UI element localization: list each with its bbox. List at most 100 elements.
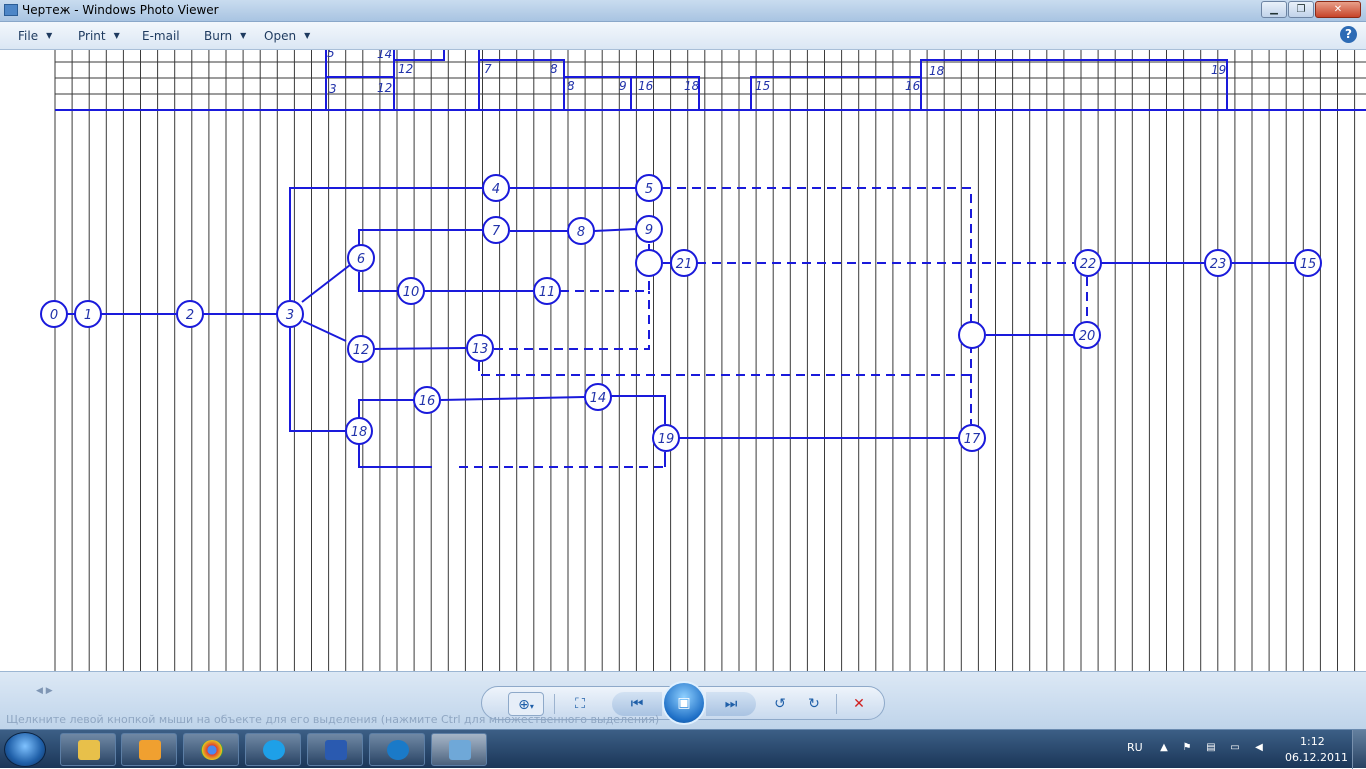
chevron-down-icon: ▼ bbox=[240, 31, 247, 40]
language-indicator[interactable]: RU bbox=[1127, 741, 1143, 754]
word-icon bbox=[325, 740, 347, 760]
menu-print-label: Print bbox=[78, 29, 106, 43]
start-button[interactable] bbox=[4, 732, 46, 767]
event-node bbox=[958, 321, 986, 349]
table-label: 18 bbox=[684, 79, 700, 93]
taskbar-photo-viewer[interactable] bbox=[431, 733, 487, 766]
close-button[interactable]: ✕ bbox=[1315, 1, 1361, 18]
clock-date[interactable]: 06.12.2011 bbox=[1285, 751, 1348, 764]
divider bbox=[836, 694, 837, 714]
solid-arrow bbox=[358, 399, 414, 418]
event-node-label: 20 bbox=[1079, 329, 1096, 344]
event-node-label: 18 bbox=[351, 425, 368, 440]
dashed-arrow bbox=[494, 291, 650, 350]
event-node-label: 3 bbox=[286, 308, 294, 323]
menu-burn[interactable]: Burn ▼ bbox=[204, 29, 246, 43]
taskbar-skype[interactable] bbox=[245, 733, 301, 766]
dashed-arrow bbox=[662, 187, 972, 424]
menu-open-label: Open bbox=[264, 29, 297, 43]
previous-icon: ⏮ bbox=[630, 696, 644, 712]
rotate-left-button[interactable]: ↺ bbox=[768, 692, 792, 716]
action-center-icon[interactable]: ⚑ bbox=[1180, 742, 1194, 755]
help-button[interactable]: ? bbox=[1340, 26, 1357, 43]
table-bar bbox=[920, 59, 1228, 110]
show-desktop-button[interactable] bbox=[1352, 730, 1366, 769]
taskbar-explorer[interactable] bbox=[60, 733, 116, 766]
event-node-label: 5 bbox=[645, 182, 653, 197]
table-label: 19 bbox=[1211, 63, 1226, 77]
event-node-label: 9 bbox=[645, 223, 653, 238]
menu-burn-label: Burn bbox=[204, 29, 233, 43]
table-label: 16 bbox=[638, 79, 654, 93]
window-title: Чертеж - Windows Photo Viewer bbox=[22, 3, 219, 17]
next-icon: ⏭ bbox=[724, 696, 738, 712]
taskbar: RU ▲ ⚑ ▤ ▭ ◀ 1:12 06.12.2011 bbox=[0, 729, 1366, 769]
maximize-button[interactable]: ❐ bbox=[1288, 1, 1314, 18]
taskbar-chrome[interactable] bbox=[183, 733, 239, 766]
table-label: 5 bbox=[327, 50, 335, 60]
menu-email-label: E-mail bbox=[142, 29, 180, 43]
solid-arrow bbox=[301, 264, 351, 303]
minimize-button[interactable]: ▁ bbox=[1261, 1, 1287, 18]
taskbar-app-k[interactable] bbox=[369, 733, 425, 766]
table-label: 12 bbox=[377, 81, 392, 95]
taskbar-media-player[interactable] bbox=[121, 733, 177, 766]
status-text: Щелкните левой кнопкой мыши на объекте д… bbox=[6, 713, 660, 726]
table-label: 8 bbox=[550, 62, 558, 76]
image-viewport[interactable]: 5 14 12 3 12 7 8 8 9 16 18 15 16 18 19 0 1 2 3 4 5 6 7 8 9 21 10 11… bbox=[0, 50, 1366, 671]
magnifier-plus-icon: ⊕ bbox=[518, 697, 530, 713]
photo-viewer-app-icon bbox=[4, 4, 18, 16]
divider bbox=[554, 694, 555, 714]
folder-icon bbox=[78, 740, 100, 760]
clock-time[interactable]: 1:12 bbox=[1300, 735, 1325, 748]
solid-arrow bbox=[440, 396, 585, 401]
chevron-down-icon: ▾ bbox=[529, 702, 534, 711]
next-button[interactable]: ⏭ bbox=[706, 692, 756, 716]
dashed-arrow bbox=[560, 278, 650, 292]
event-node-label: 8 bbox=[577, 225, 585, 240]
delete-button[interactable]: ✕ bbox=[846, 692, 872, 716]
menu-print[interactable]: Print ▼ bbox=[78, 29, 120, 43]
taskbar-word[interactable] bbox=[307, 733, 363, 766]
event-node-label: 13 bbox=[472, 342, 489, 357]
slideshow-button[interactable]: ▣ bbox=[662, 681, 706, 725]
event-node-label: 0 bbox=[50, 308, 58, 323]
k-app-icon bbox=[387, 740, 409, 760]
table-label: 7 bbox=[484, 62, 492, 76]
show-hidden-icons-icon[interactable]: ▲ bbox=[1157, 742, 1171, 755]
rotate-cw-icon: ↻ bbox=[808, 696, 820, 712]
menu-open[interactable]: Open ▼ bbox=[264, 29, 310, 43]
event-node-label: 15 bbox=[1300, 257, 1317, 272]
table-label: 16 bbox=[905, 79, 921, 93]
chevron-down-icon: ▼ bbox=[113, 31, 120, 40]
table-label: 18 bbox=[929, 64, 945, 78]
menu-file[interactable]: File ▼ bbox=[18, 29, 52, 43]
solid-arrow bbox=[358, 229, 483, 245]
dashed-arrow bbox=[478, 362, 971, 376]
network-icon[interactable]: ▭ bbox=[1228, 742, 1242, 755]
event-node-label: 14 bbox=[590, 391, 607, 406]
volume-icon[interactable]: ◀ bbox=[1252, 742, 1266, 755]
event-node-label: 10 bbox=[403, 285, 420, 300]
table-label: 9 bbox=[619, 79, 627, 93]
solid-arrow bbox=[302, 320, 347, 342]
event-node-label: 4 bbox=[492, 182, 500, 197]
menu-email[interactable]: E-mail bbox=[142, 29, 180, 43]
solid-arrow bbox=[358, 272, 397, 292]
event-node-label: 6 bbox=[357, 252, 365, 267]
table-bar bbox=[394, 50, 445, 61]
event-node-label: 2 bbox=[186, 308, 194, 323]
scroll-arrows-icon: ◀ ▶ bbox=[36, 686, 53, 696]
event-node-label: 1 bbox=[84, 308, 92, 323]
skype-icon bbox=[263, 740, 285, 760]
event-node-label: 19 bbox=[658, 432, 675, 447]
title-bar: Чертеж - Windows Photo Viewer ▁ ❐ ✕ bbox=[0, 0, 1366, 22]
event-node-label: 21 bbox=[676, 257, 693, 272]
table-label: 8 bbox=[567, 79, 575, 93]
device-icon[interactable]: ▤ bbox=[1204, 742, 1218, 755]
chevron-down-icon: ▼ bbox=[304, 31, 311, 40]
network-diagram-drawing: 5 14123 127 88 9 16 18 15 1618 190 1 2 34 567 8 92110 11… bbox=[40, 50, 1366, 671]
chevron-down-icon: ▼ bbox=[46, 31, 53, 40]
chrome-icon bbox=[201, 740, 223, 760]
rotate-right-button[interactable]: ↻ bbox=[802, 692, 826, 716]
